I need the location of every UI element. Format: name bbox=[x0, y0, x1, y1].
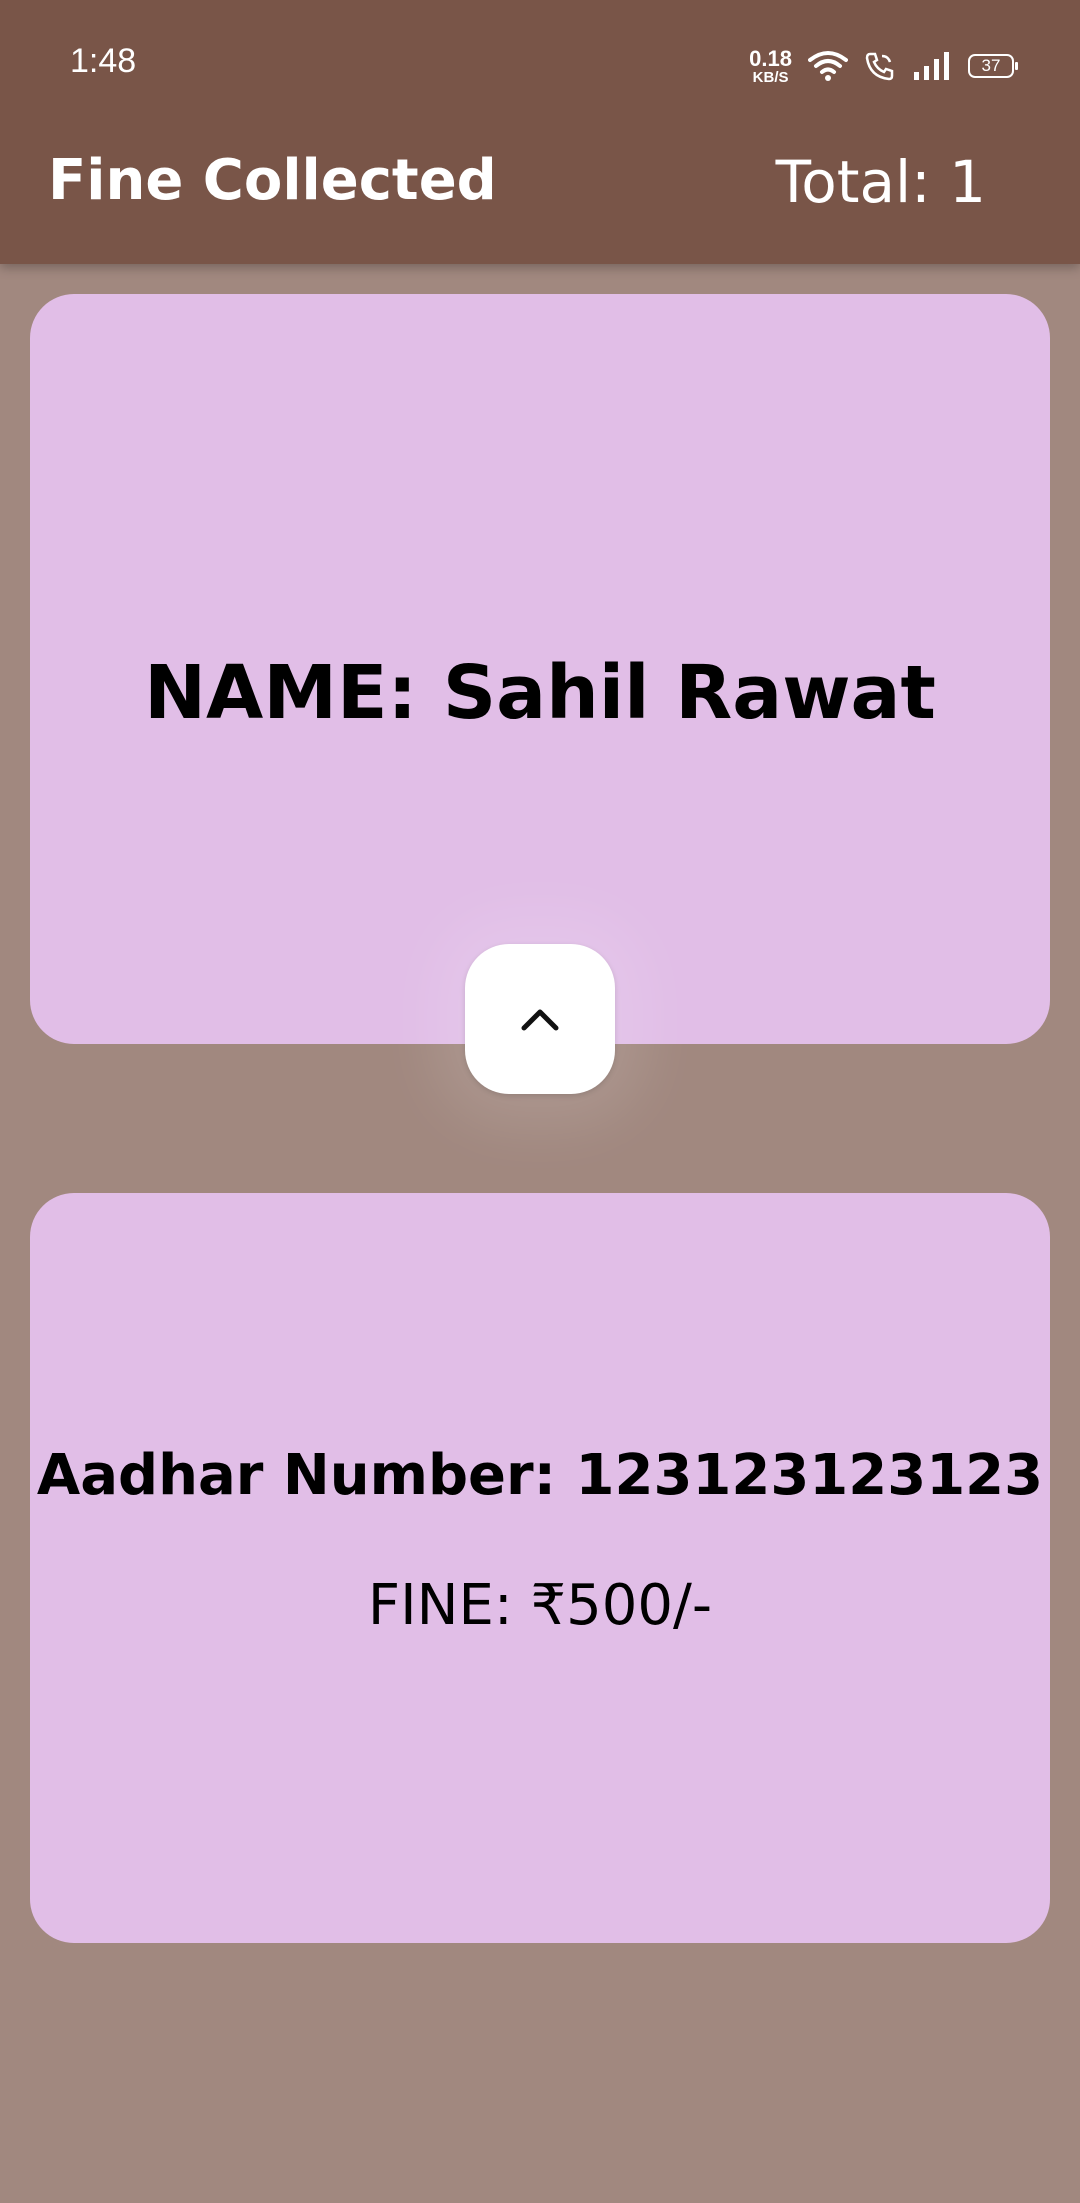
network-speed-unit: KB/S bbox=[752, 68, 789, 86]
signal-icon bbox=[914, 52, 949, 80]
battery-icon: 37 bbox=[968, 54, 1018, 78]
record-aadhar: Aadhar Number: 123123123123 bbox=[36, 1443, 1044, 1508]
network-speed-value: 0.18 bbox=[749, 45, 792, 71]
record-card-details[interactable]: Aadhar Number: 123123123123 FINE: ₹500/- bbox=[30, 1193, 1050, 1943]
page-title: Fine Collected bbox=[48, 148, 497, 213]
flip-card-button[interactable] bbox=[465, 944, 615, 1094]
total-count: Total: 1 bbox=[775, 148, 986, 216]
app-bar: 1:48 0.18 KB/S 37 Fine Collected Total: … bbox=[0, 0, 1080, 264]
record-fine: FINE: ₹500/- bbox=[367, 1573, 713, 1638]
record-card-front[interactable]: NAME: Sahil Rawat bbox=[30, 294, 1050, 1044]
status-icons: 0.18 KB/S 37 bbox=[749, 44, 1018, 88]
wifi-call-icon bbox=[865, 52, 894, 81]
record-name: NAME: Sahil Rawat bbox=[144, 650, 936, 736]
network-speed: 0.18 KB/S bbox=[749, 45, 792, 86]
wifi-icon bbox=[808, 51, 848, 81]
status-time: 1:48 bbox=[70, 42, 137, 80]
chevron-up-icon bbox=[521, 1009, 559, 1031]
